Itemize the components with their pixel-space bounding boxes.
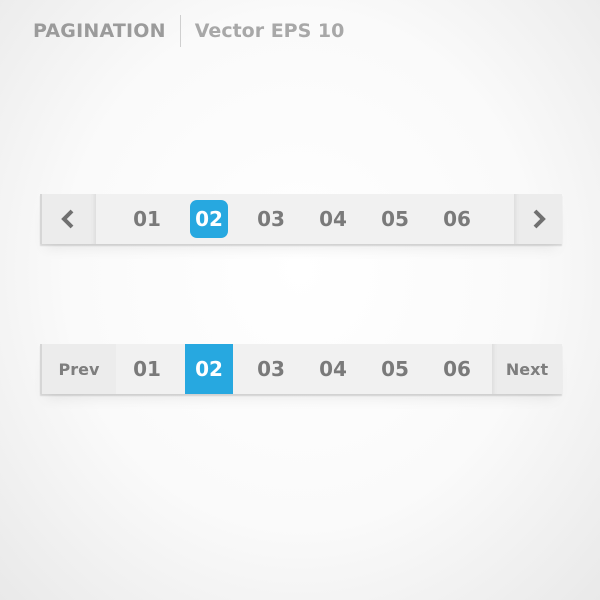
page-01[interactable]: 01 (116, 344, 178, 394)
pagination-text: Prev 01 02 03 04 05 06 Next (40, 344, 562, 394)
page-04[interactable]: 04 (302, 344, 364, 394)
page-03[interactable]: 03 (240, 194, 302, 244)
page-subtitle: Vector EPS 10 (194, 20, 345, 42)
next-page-button[interactable] (514, 194, 562, 244)
page-03[interactable]: 03 (240, 344, 302, 394)
next-button[interactable]: Next (492, 344, 562, 394)
page-02-active[interactable]: 02 (178, 194, 240, 244)
pagination-icons: 01 02 03 04 05 06 (40, 194, 562, 244)
page-05[interactable]: 05 (364, 194, 426, 244)
page-01[interactable]: 01 (116, 194, 178, 244)
page-05[interactable]: 05 (364, 344, 426, 394)
page-06[interactable]: 06 (426, 344, 488, 394)
page-02-active[interactable]: 02 (185, 344, 233, 394)
page-title: PAGINATION (33, 20, 166, 42)
prev-page-button[interactable] (42, 194, 96, 244)
chevron-right-icon (533, 209, 546, 229)
chevron-left-icon (61, 209, 74, 229)
page-06[interactable]: 06 (426, 194, 488, 244)
header-divider (179, 15, 181, 47)
page-04[interactable]: 04 (302, 194, 364, 244)
header: PAGINATION Vector EPS 10 (33, 15, 344, 47)
prev-button[interactable]: Prev (42, 344, 116, 394)
